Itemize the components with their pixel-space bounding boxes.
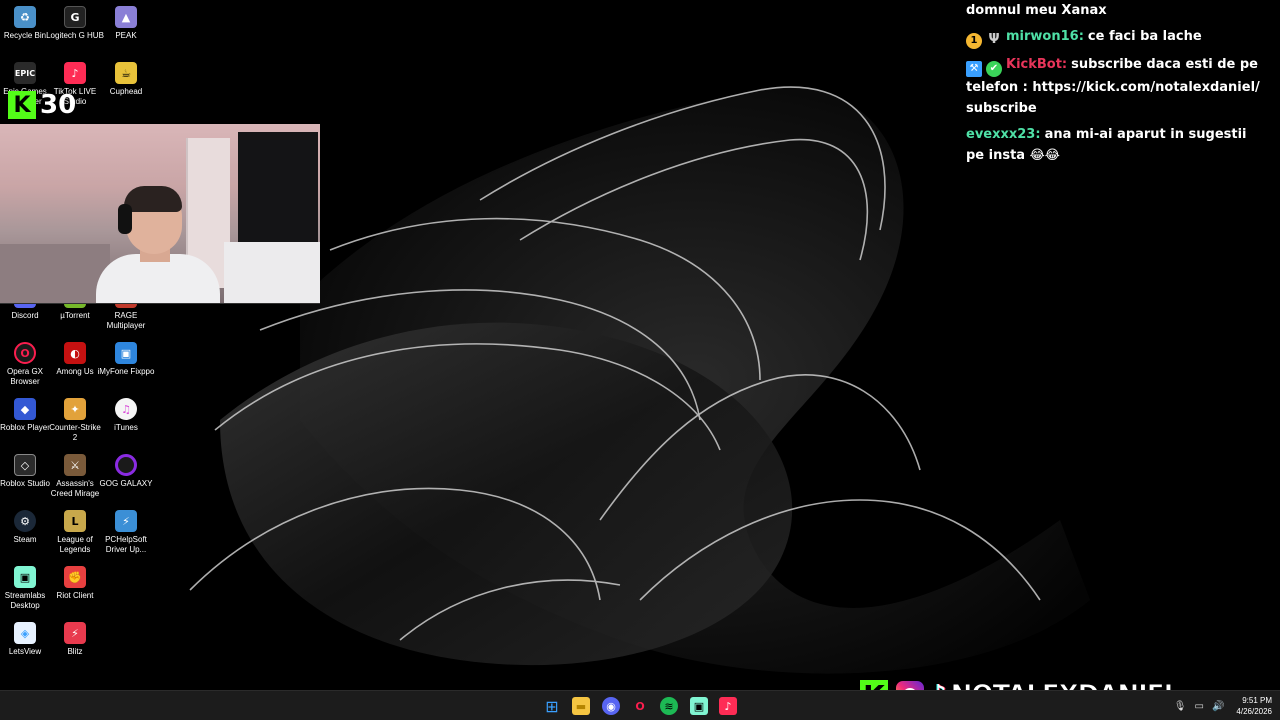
desktop-icon-blitz[interactable]: ⚡ Blitz — [50, 622, 100, 657]
cs2-icon: ✦ — [64, 398, 86, 420]
desktop-icon-label: Cuphead — [109, 87, 143, 96]
desktop-icon-label: Riot Client — [56, 591, 94, 600]
desktop-icon-label: iTunes — [114, 423, 138, 432]
desktop-icon-among-us[interactable]: ◐ Among Us — [50, 342, 100, 377]
desktop-icon-letsview[interactable]: ◈ LetsView — [0, 622, 50, 657]
desktop-icon-label: PCHelpSoft Driver Up... — [105, 535, 147, 554]
desktop-icon-peak[interactable]: ▲ PEAK — [101, 6, 151, 41]
desktop-icon-steam[interactable]: ⚙ Steam — [0, 510, 50, 545]
desktop-icon-streamlabs[interactable]: ▣ Streamlabs Desktop — [0, 566, 50, 611]
taskbar: ⊞ ▬ ◉ O ≋ ▣ ♪ 🎙 ▭ 🔊 9:51 PM 4/26/2026 — [0, 690, 1280, 720]
kick-logo-icon: K — [8, 91, 36, 119]
chat-message: 1 Ψmirwon16: ce faci ba lache — [966, 26, 1266, 49]
itunes-icon: ♫ — [115, 398, 137, 420]
kick-follower-badge: K 30 — [8, 90, 76, 120]
desktop-icon-cuphead[interactable]: ☕ Cuphead — [101, 62, 151, 97]
desktop-icon-label: PEAK — [115, 31, 137, 40]
start-icon[interactable]: ⊞ — [543, 697, 561, 716]
lol-icon: L — [64, 510, 86, 532]
desktop-icon-label: µTorrent — [60, 311, 90, 320]
desktop-icon-opera-gx[interactable]: O Opera GX Browser — [0, 342, 50, 387]
desktop-icon-riot-client[interactable]: ✊ Riot Client — [50, 566, 100, 601]
chat-message-text: ce faci ba lache — [1087, 29, 1202, 44]
steam-icon: ⚙ — [14, 510, 36, 532]
desktop-icon-label: Assassin's Creed Mirage — [50, 479, 100, 498]
streamlabs-icon[interactable]: ▣ — [690, 697, 708, 715]
logitech-icon: G — [64, 6, 86, 28]
discord-icon[interactable]: ◉ — [602, 697, 620, 715]
desktop-icon-label: Among Us — [56, 367, 94, 376]
epic-icon: EPIC — [14, 62, 36, 84]
headset-icon — [118, 204, 132, 234]
webcam-bed — [0, 244, 110, 303]
desktop-icon-gog-galaxy[interactable]: GOG GALAXY — [100, 454, 152, 489]
desktop-icon-label: Blitz — [67, 647, 83, 656]
volume-icon[interactable]: 🔊 — [1212, 701, 1224, 712]
opera-gx-icon: O — [14, 342, 36, 364]
chat-username[interactable]: KickBot: — [1006, 57, 1067, 72]
desktop-icon-recycle-bin[interactable]: ♻ Recycle Bin — [0, 6, 50, 41]
blitz-icon: ⚡ — [64, 622, 86, 644]
chat-message: domnul meu Xanax — [966, 0, 1266, 21]
file-explorer-icon[interactable]: ▬ — [572, 697, 590, 715]
moderator-badge-icon: ⚒ — [966, 61, 982, 77]
pchelpsoft-icon: ⚡ — [115, 510, 137, 532]
chat-message-text: domnul meu Xanax — [966, 3, 1107, 18]
desktop-icon-roblox-player[interactable]: ◆ Roblox Player — [0, 398, 50, 433]
among-us-icon: ◐ — [64, 342, 86, 364]
trident-badge-icon: Ψ — [988, 32, 1000, 47]
ac-mirage-icon: ⚔ — [64, 454, 86, 476]
desktop-icon-itunes[interactable]: ♫ iTunes — [101, 398, 151, 433]
chat-username[interactable]: mirwon16: — [1006, 29, 1084, 44]
clock-time: 9:51 PM — [1242, 696, 1272, 705]
microphone-icon[interactable]: 🎙 — [1174, 701, 1187, 712]
chat-message: ⚒ ✔ KickBot: subscribe daca esti de pe tele… — [966, 54, 1266, 119]
spotify-icon[interactable]: ≋ — [660, 697, 678, 715]
tiktok-live-icon[interactable]: ♪ — [719, 697, 737, 715]
peak-icon: ▲ — [115, 6, 137, 28]
riot-client-icon: ✊ — [64, 566, 86, 588]
webcam-overlay — [0, 124, 320, 304]
desktop-icon-label: GOG GALAXY — [99, 479, 153, 488]
desktop-icon-counter-strike-2[interactable]: ✦ Counter-Strike 2 — [49, 398, 101, 443]
chat-overlay: domnul meu Xanax 1 Ψmirwon16: ce faci ba l… — [966, 0, 1266, 171]
kick-follower-count: 30 — [40, 90, 77, 120]
clock[interactable]: 9:51 PM 4/26/2026 — [1236, 695, 1272, 717]
imyfone-icon: ▣ — [115, 342, 137, 364]
gift-badge-icon: 1 — [966, 33, 982, 49]
verified-badge-icon: ✔ — [986, 61, 1002, 77]
roblox-studio-icon: ◇ — [14, 454, 36, 476]
desktop-icon-imyfone-fixppo[interactable]: ▣ iMyFone Fixppo — [98, 342, 154, 377]
streamlabs-icon: ▣ — [14, 566, 36, 588]
cuphead-icon: ☕ — [115, 62, 137, 84]
network-icon[interactable]: ▭ — [1195, 701, 1204, 712]
desktop-icon-ac-mirage[interactable]: ⚔ Assassin's Creed Mirage — [50, 454, 100, 499]
roblox-player-icon: ◆ — [14, 398, 36, 420]
desktop-icon-label: RAGE Multiplayer — [106, 311, 146, 330]
chat-message: evexxx23: ana mi-ai aparut in sugestii pe… — [966, 124, 1266, 166]
webcam-tv — [238, 132, 318, 242]
webcam-dresser — [224, 242, 320, 303]
desktop-icon-label: iMyFone Fixppo — [97, 367, 155, 376]
opera-gx-icon[interactable]: O — [631, 697, 649, 715]
desktop-icon-logitech-g-hub[interactable]: G Logitech G HUB — [46, 6, 104, 41]
desktop-icon-league-of-legends[interactable]: L League of Legends — [50, 510, 100, 555]
desktop-icon-pchelpsoft[interactable]: ⚡ PCHelpSoft Driver Up... — [101, 510, 151, 555]
desktop-icon-label: Logitech G HUB — [46, 31, 104, 40]
gog-galaxy-icon — [115, 454, 137, 476]
letsview-icon: ◈ — [14, 622, 36, 644]
desktop-icon-label: Counter-Strike 2 — [49, 423, 101, 442]
recycle-bin-icon: ♻ — [14, 6, 36, 28]
chat-username[interactable]: evexxx23: — [966, 127, 1041, 142]
clock-date: 4/26/2026 — [1236, 707, 1272, 716]
desktop-icon-roblox-studio[interactable]: ◇ Roblox Studio — [0, 454, 50, 489]
system-tray: 🎙 ▭ 🔊 9:51 PM 4/26/2026 — [1170, 691, 1272, 720]
tiktok-live-icon: ♪ — [64, 62, 86, 84]
streamer-hair — [124, 186, 182, 212]
desktop-icon-label: League of Legends — [57, 535, 93, 554]
